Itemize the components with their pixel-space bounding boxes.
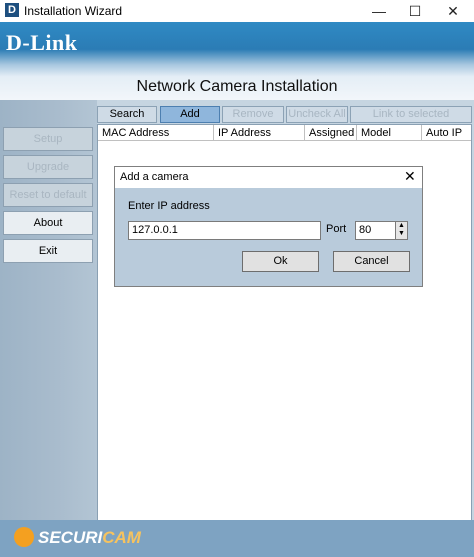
spin-down-icon[interactable]: ▼ <box>396 230 407 238</box>
cancel-button[interactable]: Cancel <box>333 251 410 272</box>
page-title: Network Camera Installation <box>136 78 338 95</box>
securicam-brand: SECURICAM <box>38 528 141 548</box>
port-label: Port <box>326 223 347 235</box>
setup-button[interactable]: Setup <box>3 127 93 151</box>
add-camera-dialog: Add a camera ✕ Enter IP address 127.0.0.… <box>114 166 423 287</box>
window-title: Installation Wizard <box>24 4 123 18</box>
reset-to-default-button[interactable]: Reset to default <box>3 183 93 207</box>
dialog-close-icon[interactable]: ✕ <box>404 168 416 185</box>
minimize-icon[interactable]: — <box>362 0 396 22</box>
link-selected-button[interactable]: Link to selected device(s) <box>350 106 472 135</box>
search-button[interactable]: Search <box>97 106 157 123</box>
maximize-icon[interactable]: ☐ <box>398 0 432 22</box>
brand-left: SECURI <box>38 528 103 547</box>
dlink-logo: D-Link <box>6 30 78 55</box>
column-header-mac[interactable]: MAC Address <box>98 125 214 141</box>
ip-address-input[interactable]: 127.0.0.1 <box>128 221 321 240</box>
about-button[interactable]: About <box>3 211 93 235</box>
port-input[interactable]: 80 <box>355 221 396 240</box>
column-header-auto-ip[interactable]: Auto IP <box>422 125 471 141</box>
dialog-title: Add a camera <box>120 171 189 183</box>
spin-up-icon[interactable]: ▲ <box>396 222 407 230</box>
ok-button[interactable]: Ok <box>242 251 319 272</box>
dialog-body: Enter IP address 127.0.0.1 Port 80 Ok Ca… <box>115 188 422 286</box>
remove-button[interactable]: Remove <box>222 106 284 123</box>
app-icon: D <box>5 3 19 17</box>
port-spinner[interactable]: ▲ ▼ <box>395 221 408 240</box>
upgrade-button[interactable]: Upgrade <box>3 155 93 179</box>
column-header-assigned[interactable]: Assigned <box>305 125 357 141</box>
column-header-ip[interactable]: IP Address <box>214 125 305 141</box>
ip-label: Enter IP address <box>128 200 210 212</box>
dialog-titlebar: Add a camera ✕ <box>115 167 422 188</box>
add-button[interactable]: Add <box>160 106 220 123</box>
brand-right: CAM <box>102 528 141 547</box>
window-titlebar: D Installation Wizard — ☐ ✕ <box>0 0 474 23</box>
securicam-logo-icon <box>14 527 34 547</box>
column-header-model[interactable]: Model <box>357 125 422 141</box>
uncheck-all-button[interactable]: Uncheck All <box>286 106 348 123</box>
exit-button[interactable]: Exit <box>3 239 93 263</box>
close-icon[interactable]: ✕ <box>436 0 470 22</box>
